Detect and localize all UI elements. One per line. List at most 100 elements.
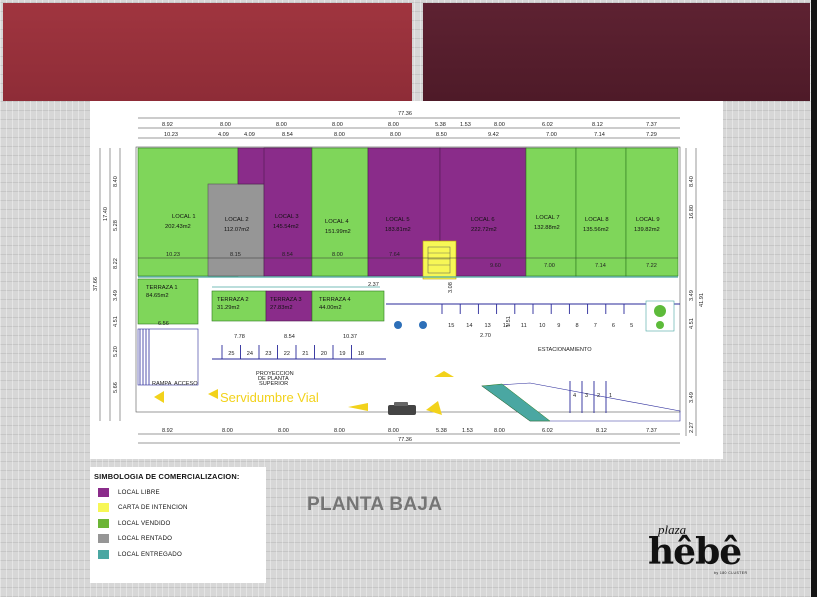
local-3-name: LOCAL 3 (275, 214, 299, 220)
local-9 (625, 147, 679, 277)
stall-number: 7 (594, 323, 597, 329)
dim-bottom: 8.00 (334, 428, 345, 434)
header-band-left (3, 3, 412, 101)
local-width: 10.23 (166, 252, 180, 258)
legend-label: CARTA DE INTENCION (118, 504, 188, 511)
rampa-label: RAMPA (152, 381, 172, 387)
window-edge (811, 0, 817, 597)
legend-label: LOCAL RENTADO (118, 535, 173, 542)
accessibility-icon (419, 321, 427, 329)
dim-top1: 8.92 (162, 122, 173, 128)
local-width: 9.60 (490, 263, 501, 269)
local-width: 7.14 (595, 263, 606, 269)
dim-right: 41.91 (699, 293, 705, 307)
dim-top2: 7.14 (594, 132, 605, 138)
ramp-area (137, 328, 199, 386)
local-2-area: 112.07m2 (224, 227, 249, 233)
local-7-name: LOCAL 7 (536, 215, 560, 221)
local-8-area: 135.56m2 (583, 227, 609, 233)
dim-top1: 8.00 (276, 122, 287, 128)
dim-left-outer: 37.66 (93, 277, 99, 291)
dim-left-inner: 3.49 (113, 290, 119, 301)
stall-number: 15 (448, 323, 454, 329)
legend-title: SIMBOLOGIA DE COMERCIALIZACION: (94, 472, 240, 481)
local-5-name: LOCAL 5 (386, 217, 410, 223)
stall-number: 8 (576, 323, 579, 329)
local-width: 8.54 (282, 252, 293, 258)
stall-number: 4 (573, 393, 576, 399)
dim-top1: 8.00 (220, 122, 231, 128)
dim-left-inner: 5.28 (113, 220, 119, 231)
legend-label: LOCAL LIBRE (118, 488, 160, 496)
dim-right: 8.40 (689, 176, 695, 187)
local-8-name: LOCAL 8 (585, 217, 609, 223)
parking-row-upper: 15 14 13 12 11 10 9 8 7 6 5 (441, 304, 633, 329)
acceso-label: ACCESO (174, 381, 198, 387)
terraza-3-name: TERRAZA 3 (270, 297, 302, 303)
dim-bottom: 8.12 (596, 428, 607, 434)
local-9-name: LOCAL 9 (636, 217, 660, 223)
local-2-name: LOCAL 2 (225, 217, 249, 223)
stall-number: 13 (485, 323, 491, 329)
local-width: 7.64 (389, 252, 400, 258)
local-9-area: 139.82m2 (634, 227, 660, 233)
terraza-2-area: 31.29m2 (217, 305, 240, 311)
page-title: PLANTA BAJA (307, 494, 443, 515)
terraza-3-area: 27.83m2 (270, 305, 293, 311)
stall-number: 22 (284, 351, 290, 357)
dim-bottom: 5.38 (436, 428, 447, 434)
stall-number: 11 (521, 323, 527, 329)
local-1-area: 202.43m2 (165, 224, 191, 230)
total-width-bottom: 77.36 (398, 437, 412, 443)
car-icon (388, 402, 416, 415)
stall-number: 6 (612, 323, 615, 329)
dim-left-inner: 4.51 (113, 316, 119, 327)
terraza-1-name: TERRAZA 1 (146, 285, 178, 291)
local-8 (575, 147, 627, 277)
local-4-area: 151.99m2 (325, 229, 351, 235)
dim-left-inner: 5.66 (113, 382, 119, 393)
local-7-area: 132.88m2 (534, 225, 560, 231)
top-dims-row2: 10.23 4.09 4.09 8.54 8.00 8.00 8.50 9.42… (138, 132, 680, 139)
local-4-name: LOCAL 4 (325, 219, 349, 225)
local-7 (525, 147, 577, 277)
stall-number: 21 (302, 351, 308, 357)
dim-top1: 5.38 (435, 122, 446, 128)
local-width: 7.00 (544, 263, 555, 269)
terraza-2-name: TERRAZA 2 (217, 297, 249, 303)
dim-778: 7.78 (234, 334, 245, 340)
dim-bottom: 8.00 (388, 428, 399, 434)
dim-top1: 1.53 (460, 122, 471, 128)
dim-top2: 9.42 (488, 132, 499, 138)
legend-label: LOCAL ENTREGADO (118, 550, 182, 558)
dim-bottom: 8.00 (278, 428, 289, 434)
stall-number: 12 (503, 323, 509, 329)
dim-top2: 8.00 (334, 132, 345, 138)
dim-308: 3.08 (448, 282, 454, 293)
green-strip (481, 383, 551, 422)
legend-item: LOCAL VENDIDO (94, 518, 262, 528)
dim-right: 4.51 (689, 318, 695, 329)
local-width: 8.15 (230, 252, 241, 258)
dim-top2: 4.09 (244, 132, 255, 138)
dim-bottom: 8.92 (162, 428, 173, 434)
dim-270: 2.70 (480, 333, 491, 339)
terraza-1-area: 84.65m2 (146, 293, 169, 299)
legend-item: LOCAL ENTREGADO (94, 549, 262, 559)
stall-number: 14 (466, 323, 472, 329)
bottom-dims: 8.92 8.00 8.00 8.00 8.00 5.38 1.53 8.00 … (138, 428, 680, 444)
dim-656: 6.56 (158, 321, 169, 327)
tree-icon (656, 321, 664, 329)
accessibility-icon (394, 321, 402, 329)
legend-swatch (98, 518, 109, 528)
dim-bottom: 1.53 (462, 428, 473, 434)
dim-right: 3.49 (689, 290, 695, 301)
local-6-name: LOCAL 6 (471, 217, 495, 223)
dim-top2: 8.54 (282, 132, 293, 138)
dim-top2: 10.23 (164, 132, 178, 138)
tree-icon (654, 305, 666, 317)
stall-number: 23 (265, 351, 271, 357)
dim-right: 16.80 (689, 205, 695, 219)
dim-1037: 10.37 (343, 334, 357, 340)
dim-right: 2.27 (689, 422, 695, 433)
